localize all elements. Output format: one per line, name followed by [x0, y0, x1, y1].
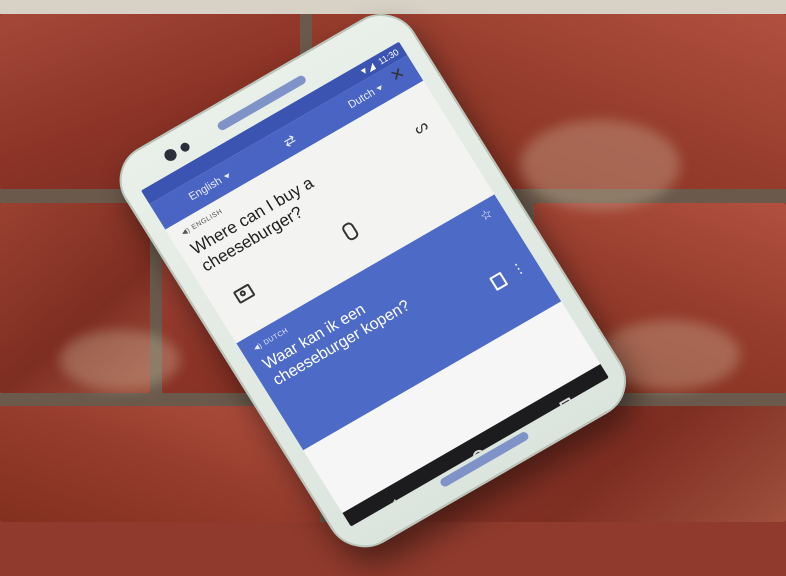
brick-stain — [60, 330, 180, 390]
copy-icon[interactable] — [489, 271, 509, 291]
swap-arrows-icon[interactable]: ⇄ — [280, 130, 299, 150]
handwriting-icon[interactable]: ᔕ — [410, 116, 432, 138]
dropdown-icon — [376, 84, 384, 92]
sensor-icon — [178, 141, 192, 154]
paper-edge — [0, 0, 786, 14]
nav-back-icon[interactable] — [388, 498, 401, 512]
front-camera-icon — [162, 146, 179, 164]
dropdown-icon — [223, 173, 231, 180]
camera-icon[interactable] — [232, 283, 256, 305]
nav-recent-icon[interactable] — [558, 397, 576, 414]
speaker-icon[interactable]: ◀) — [180, 226, 191, 237]
mic-icon[interactable] — [340, 220, 361, 243]
more-vert-icon[interactable]: ⋮ — [508, 258, 529, 279]
speaker-icon[interactable]: ◀) — [252, 341, 264, 352]
target-language-label: Dutch — [346, 86, 378, 112]
